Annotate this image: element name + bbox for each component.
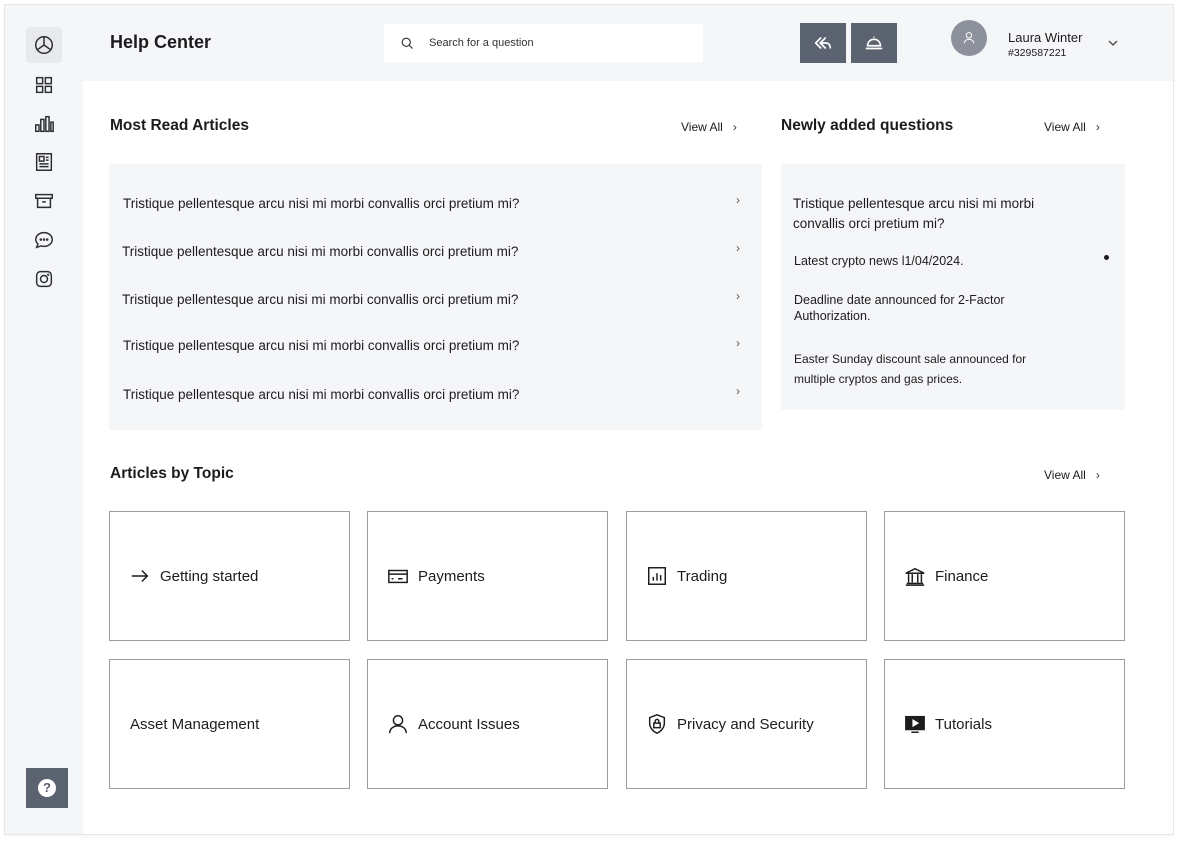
newspaper-icon[interactable]: [26, 144, 62, 180]
search-icon: [401, 37, 413, 49]
list-item[interactable]: Deadline date announced for 2-Factor Aut…: [794, 292, 1044, 324]
topic-label: Tutorials: [935, 715, 992, 733]
chevron-right-icon: ›: [1095, 468, 1100, 482]
topic-card-getting-started[interactable]: Getting started: [109, 511, 350, 641]
archive-icon[interactable]: [26, 183, 62, 219]
most-read-title: Most Read Articles: [110, 117, 249, 134]
chevron-right-icon[interactable]: ›: [736, 241, 740, 255]
topic-card-trading[interactable]: Trading: [626, 511, 867, 641]
bank-icon: [903, 564, 927, 588]
user-icon: [963, 32, 975, 44]
chat-bubble-icon[interactable]: [26, 222, 62, 258]
page-title: Help Center: [110, 32, 212, 52]
chart-icon: [645, 564, 669, 588]
bar-chart-icon[interactable]: [26, 106, 62, 142]
topic-label: Account Issues: [418, 715, 520, 733]
chevron-right-icon: ›: [1095, 120, 1100, 134]
chevron-right-icon[interactable]: ›: [736, 384, 740, 398]
chevron-down-icon[interactable]: [1107, 36, 1119, 48]
topics-view-all[interactable]: View All ›: [1044, 468, 1100, 482]
bell-icon: [865, 36, 883, 50]
grid-icon[interactable]: [26, 67, 62, 103]
view-all-label: View All: [681, 120, 723, 134]
user-icon: [386, 712, 410, 736]
reply-all-icon: [814, 36, 832, 50]
topics-title: Articles by Topic: [110, 465, 234, 482]
notification-button[interactable]: [851, 23, 897, 63]
search-input[interactable]: [429, 37, 679, 49]
question-icon: ?: [38, 779, 56, 797]
topic-label: Privacy and Security: [677, 715, 814, 733]
chevron-right-icon[interactable]: ›: [736, 289, 740, 303]
chevron-right-icon[interactable]: ›: [736, 336, 740, 350]
user-id: #329587221: [1008, 47, 1067, 59]
avatar[interactable]: [951, 20, 987, 56]
newly-added-title: Newly added questions: [781, 117, 954, 134]
help-button[interactable]: ?: [26, 768, 68, 808]
list-item[interactable]: Easter Sunday discount sale announced fo…: [794, 349, 1056, 389]
search-bar[interactable]: [384, 24, 703, 62]
list-item[interactable]: Tristique pellentesque arcu nisi mi morb…: [793, 194, 1043, 234]
topic-card-asset-management[interactable]: Asset Management: [109, 659, 350, 789]
topic-label: Getting started: [160, 567, 259, 585]
topic-label: Finance: [935, 567, 989, 585]
topic-card-privacy-security[interactable]: Privacy and Security: [626, 659, 867, 789]
pie-chart-icon[interactable]: [26, 27, 62, 63]
chevron-right-icon: ›: [732, 120, 737, 134]
unread-dot: [1104, 255, 1109, 260]
list-item[interactable]: Tristique pellentesque arcu nisi mi morb…: [122, 244, 518, 259]
view-all-label: View All: [1044, 120, 1086, 134]
view-all-label: View All: [1044, 468, 1086, 482]
instagram-icon[interactable]: [26, 261, 62, 297]
shield-lock-icon: [645, 712, 669, 736]
list-item[interactable]: Tristique pellentesque arcu nisi mi morb…: [122, 292, 518, 307]
newly-added-view-all[interactable]: View All ›: [1044, 120, 1100, 134]
reply-all-button[interactable]: [800, 23, 846, 63]
credit-card-icon: [386, 564, 410, 588]
topic-card-tutorials[interactable]: Tutorials: [884, 659, 1125, 789]
topic-label: Payments: [418, 567, 485, 585]
video-icon: [903, 712, 927, 736]
list-item[interactable]: Latest crypto news l1/04/2024.: [794, 253, 1084, 269]
most-read-view-all[interactable]: View All ›: [681, 120, 737, 134]
topic-card-finance[interactable]: Finance: [884, 511, 1125, 641]
chevron-right-icon[interactable]: ›: [736, 193, 740, 207]
list-item[interactable]: Tristique pellentesque arcu nisi mi morb…: [123, 196, 519, 211]
topic-label: Trading: [677, 567, 728, 585]
user-name: Laura Winter: [1008, 30, 1083, 45]
arrow-right-icon: [128, 564, 152, 588]
topic-card-account-issues[interactable]: Account Issues: [367, 659, 608, 789]
topic-card-payments[interactable]: Payments: [367, 511, 608, 641]
topic-label: Asset Management: [130, 715, 260, 733]
list-item[interactable]: Tristique pellentesque arcu nisi mi morb…: [123, 387, 519, 402]
list-item[interactable]: Tristique pellentesque arcu nisi mi morb…: [123, 338, 519, 353]
